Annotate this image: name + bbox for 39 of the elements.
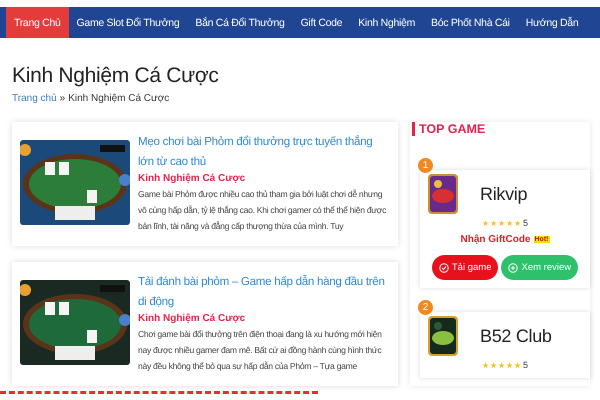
page-title: Kinh Nghiệm Cá Cược [12,64,220,88]
post-category[interactable]: Kinh Nghiệm Cá Cược [138,313,390,324]
breadcrumb-separator: » [60,93,66,104]
rating-value: 5 [522,218,528,228]
nav-tab[interactable]: Gift Code [292,7,350,38]
post-title[interactable]: Mẹo chơi bài Phỏm đổi thưởng trực tuyến thắng lớn từ cao thủ [138,132,390,172]
star-icon: ★ [482,360,489,370]
post-excerpt: Chơi game bài đổi thưởng trên điện thoại đang là xu hướng mới hiện nay được nhiều gamer đam mê. Bất cứ ai đồng hành cùng hình thức này đều không thể bỏ qua sự hấp dẫn của Phỏm – Tựa game [138,328,383,373]
game-name: B52 Club [480,326,552,346]
nav-tab[interactable]: Game Slot Đổi Thưởng [68,7,188,38]
rank-badge: 2 [418,300,433,315]
plus-circle-icon [508,262,518,272]
star-icon: ★ [514,360,521,370]
star-icon: ★ [490,218,497,228]
breadcrumb-current: Kinh Nghiệm Cá Cược [68,93,170,104]
nav-tab[interactable]: Bóc Phốt Nhà Cái [423,7,518,38]
star-icon: ★ [498,360,505,370]
star-icon: ★ [482,218,489,228]
rating-value: 5 [522,360,528,370]
nav-tab[interactable]: Trang Chủ [6,7,69,38]
giftcode-link[interactable]: Nhận GiftCode [460,234,530,245]
star-icon: ★ [490,360,497,370]
nav-tab[interactable]: Kinh Nghiệm [350,7,424,38]
game-name: Rikvip [480,184,528,204]
nav-tab[interactable]: Bắn Cá Đổi Thưởng [187,7,293,38]
review-button[interactable]: Xem review [501,255,578,280]
post-excerpt: Game bài Phỏm được nhiều cao thủ tham gia bởi luật chơi dễ nhưng vô cùng hấp dẫn, tỷ lệ thắng cao. Khi chơi gamer có thể thể hiện được bản lĩnh, tài năng và đẳng cấp thượng thừa của mình. Tuy [138,188,388,233]
star-icon: ★ [514,218,521,228]
post-category[interactable]: Kinh Nghiệm Cá Cược [138,173,390,184]
download-button[interactable]: Tải game [432,255,498,280]
post-title[interactable]: Tải đánh bài phỏm – Game hấp dẫn hàng đầu trên di động [138,272,390,312]
check-circle-icon [438,262,449,272]
star-icon: ★ [506,360,513,370]
star-icon: ★ [498,218,505,228]
rank-badge: 1 [418,158,433,173]
nav-tab[interactable]: Hướng Dẫn [518,7,586,38]
star-icon: ★ [506,218,513,228]
breadcrumb-link[interactable]: Trang chủ [12,93,57,104]
sidebar-heading: TOP GAME [412,122,590,136]
